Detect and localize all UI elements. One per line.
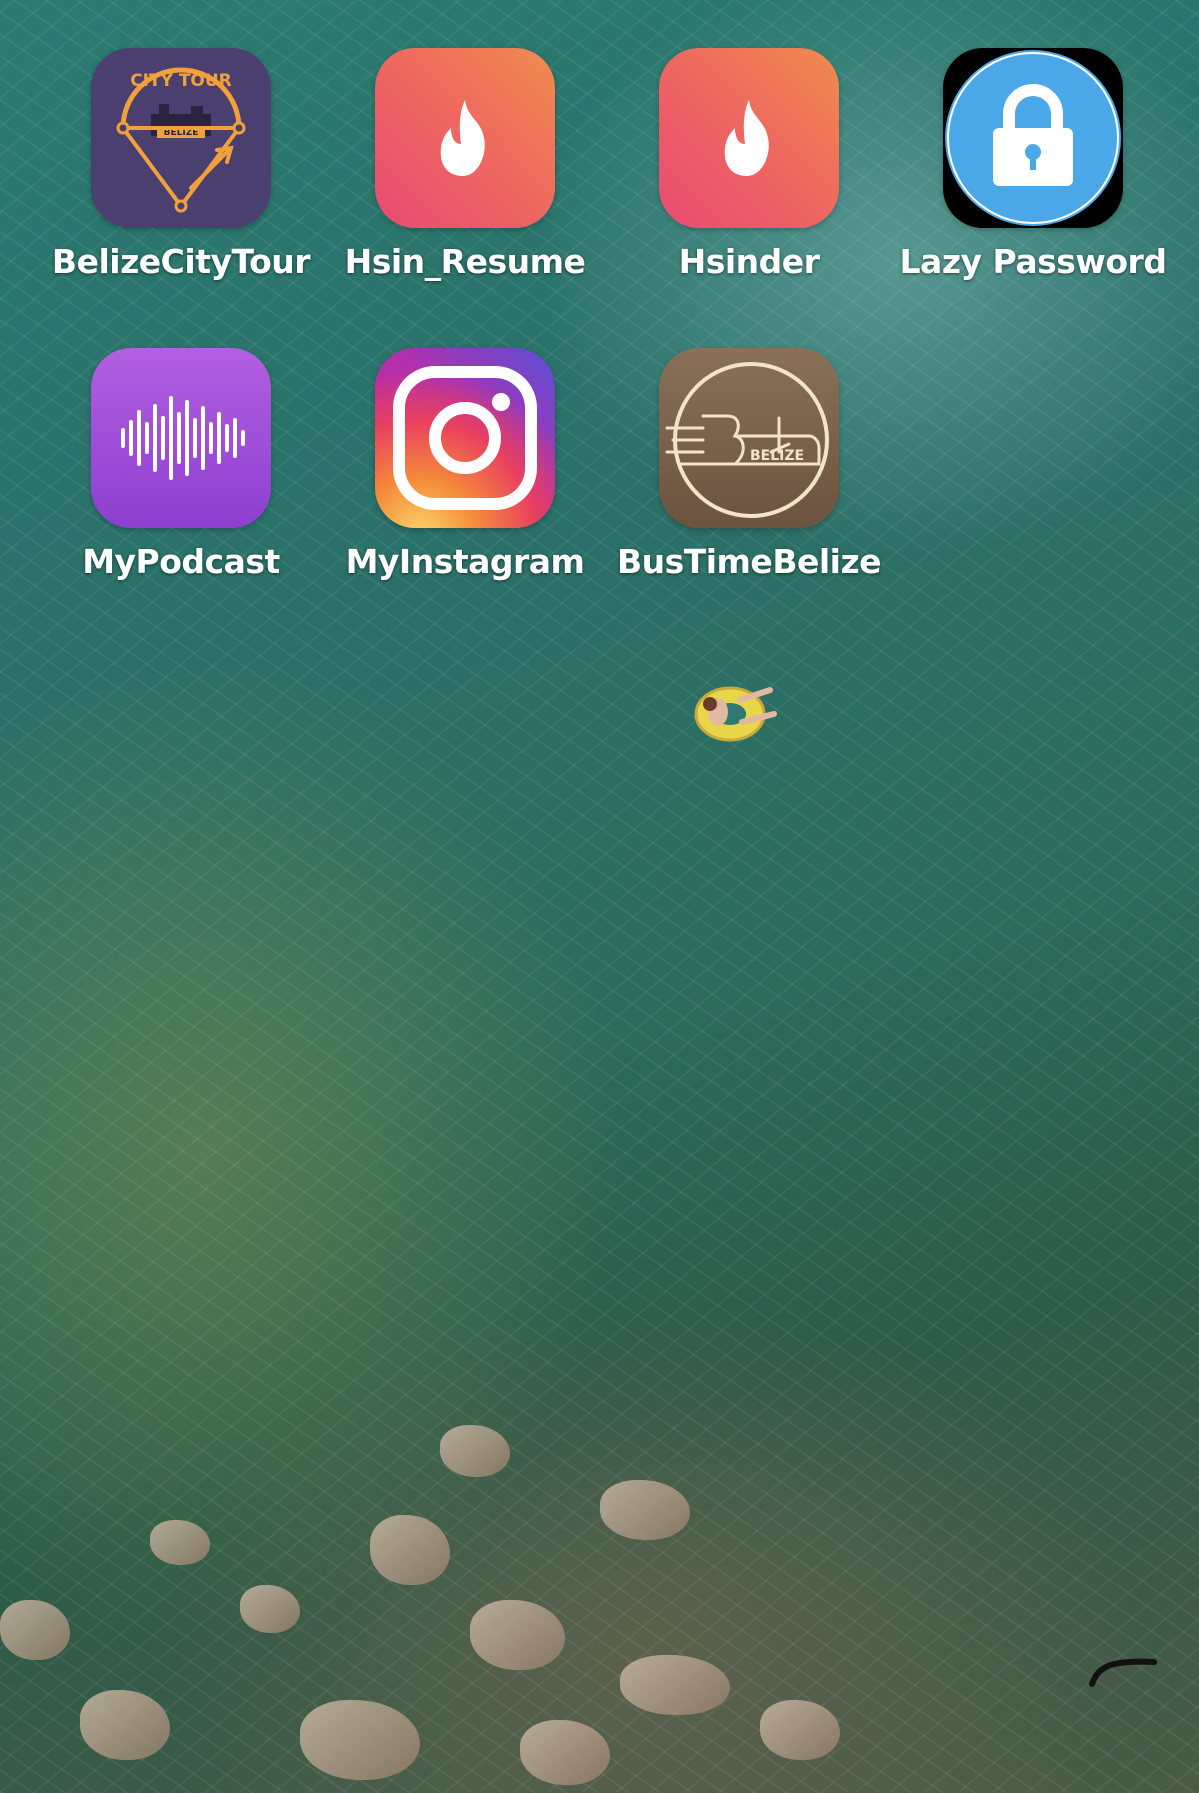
corner-swipe-indicator xyxy=(1089,1658,1157,1687)
svg-text:CITY TOUR: CITY TOUR xyxy=(130,71,232,91)
swimmer-on-float xyxy=(694,686,777,742)
soundwave-icon xyxy=(91,348,271,528)
padlock-icon xyxy=(943,48,1123,228)
city-tour-belize-icon: CITY TOUR BELIZE xyxy=(91,48,271,228)
svg-text:BELIZE: BELIZE xyxy=(750,448,804,464)
app-label: Hsinder xyxy=(678,242,820,281)
app-bustimebelize[interactable]: BELIZE BusTimeBelize xyxy=(607,348,891,581)
app-hsin-resume[interactable]: Hsin_Resume xyxy=(323,48,607,281)
flame-icon xyxy=(375,48,555,228)
app-belize-city-tour[interactable]: CITY TOUR BELIZE BelizeCityTour xyxy=(39,48,323,281)
camera-icon xyxy=(375,348,555,528)
app-myinstagram[interactable]: MyInstagram xyxy=(323,348,607,581)
app-label: Hsin_Resume xyxy=(344,242,586,281)
app-label: MyInstagram xyxy=(345,542,585,581)
app-label: MyPodcast xyxy=(82,542,280,581)
app-label: Lazy Password xyxy=(899,242,1167,281)
flame-icon xyxy=(659,48,839,228)
app-mypodcast[interactable]: MyPodcast xyxy=(39,348,323,581)
app-lazy-password[interactable]: Lazy Password xyxy=(891,48,1175,281)
app-hsinder[interactable]: Hsinder xyxy=(607,48,891,281)
app-label: BelizeCityTour xyxy=(51,242,311,281)
app-label: BusTimeBelize xyxy=(616,542,882,581)
bus-icon: BELIZE xyxy=(659,348,839,528)
